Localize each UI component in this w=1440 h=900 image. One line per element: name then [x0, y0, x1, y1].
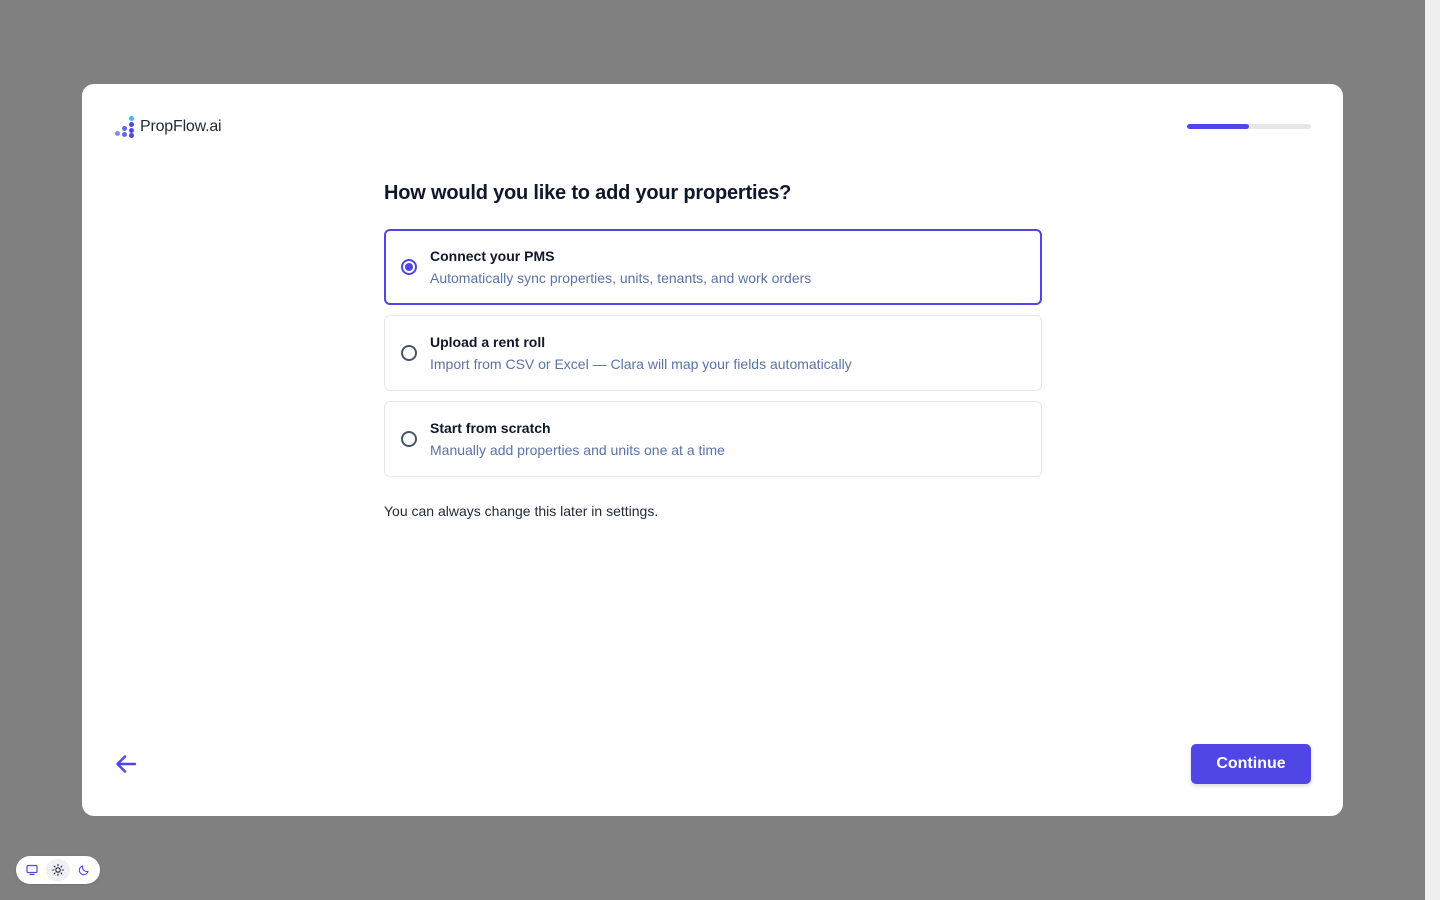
option-title: Start from scratch [430, 420, 551, 436]
radio-button[interactable] [401, 345, 417, 361]
back-button[interactable] [114, 752, 138, 776]
theme-switcher [16, 856, 100, 884]
page-scrollbar[interactable] [1425, 0, 1440, 900]
option-upload-rent-roll[interactable]: Upload a rent roll Import from CSV or Ex… [384, 315, 1042, 391]
monitor-icon [26, 864, 38, 876]
option-connect-pms[interactable]: Connect your PMS Automatically sync prop… [384, 229, 1042, 305]
progress-bar-fill [1187, 124, 1249, 129]
logo: PropFlow.ai [115, 116, 222, 138]
theme-system-button[interactable] [20, 859, 44, 881]
logo-mark-icon [115, 116, 135, 138]
option-start-from-scratch[interactable]: Start from scratch Manually add properti… [384, 401, 1042, 477]
option-description: Manually add properties and units one at… [430, 442, 725, 458]
option-text: Upload a rent roll Import from CSV or Ex… [430, 333, 852, 373]
option-description: Automatically sync properties, units, te… [430, 270, 812, 286]
radio-button[interactable] [401, 431, 417, 447]
option-text: Connect your PMS Automatically sync prop… [430, 247, 811, 287]
option-list: Connect your PMS Automatically sync prop… [384, 229, 1042, 477]
theme-light-button[interactable] [46, 859, 70, 881]
option-title: Upload a rent roll [430, 334, 546, 350]
question-section: How would you like to add your propertie… [384, 180, 1042, 519]
moon-icon [78, 865, 89, 876]
settings-hint: You can always change this later in sett… [384, 503, 659, 519]
onboarding-modal: PropFlow.ai How would you like to add yo… [82, 84, 1343, 816]
option-text: Start from scratch Manually add properti… [430, 419, 725, 459]
sun-icon [52, 864, 64, 876]
theme-dark-button[interactable] [72, 859, 96, 881]
radio-dot [405, 263, 413, 271]
option-description: Import from CSV or Excel — Clara will ma… [430, 356, 852, 372]
logo-text: PropFlow.ai [140, 118, 222, 135]
progress-bar [1187, 124, 1311, 129]
radio-button-checked[interactable] [401, 259, 417, 275]
arrow-left-icon [116, 755, 137, 773]
page-title: How would you like to add your propertie… [384, 182, 792, 204]
continue-button[interactable]: Continue [1191, 744, 1311, 784]
option-title: Connect your PMS [430, 248, 555, 264]
